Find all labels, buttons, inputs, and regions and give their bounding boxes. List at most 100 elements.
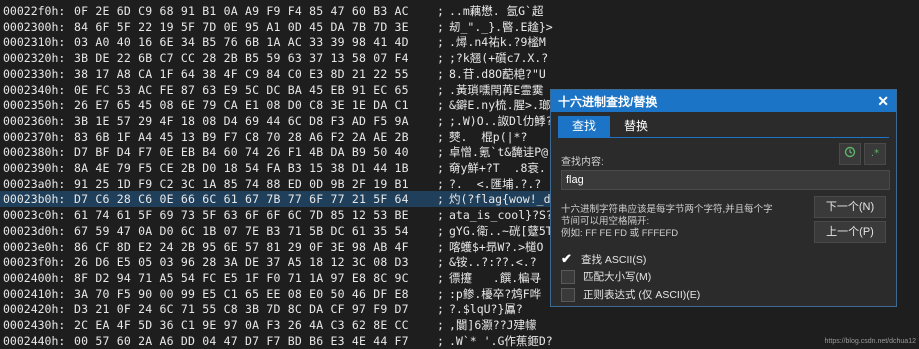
tab-find[interactable]: 查找	[558, 116, 610, 137]
hex-row-address: 00023e0h:	[3, 239, 66, 254]
hex-row-bytes[interactable]: 8F D2 94 71 A5 54 FC E5 1F F0 71 1A 97 E…	[74, 270, 409, 286]
hex-row-separator: ;	[437, 302, 444, 317]
option-match-case[interactable]: 匹配大小写(M)	[561, 269, 651, 284]
hex-row-address: 0002420h:	[3, 302, 66, 317]
hex-row-ascii[interactable]: gYG.衛..~硄[躠5T	[449, 223, 553, 239]
hex-row-ascii[interactable]: &铵..?:??.<.?	[449, 254, 537, 270]
hex-row-ascii[interactable]: &鐴E.ny梳.腥>.瑯	[449, 97, 550, 113]
hex-row-ascii[interactable]: ,闤]6灏??J肂幪	[449, 317, 537, 333]
hex-row-address: 0002320h:	[3, 51, 66, 66]
hex-row-address: 00023b0h:	[3, 192, 66, 207]
search-input[interactable]: flag	[561, 170, 890, 190]
hex-row-ascii[interactable]: ;?k翘(+礩c7.X.?	[449, 50, 548, 66]
hex-row-bytes[interactable]: 91 25 1D F9 C2 3C 1A 85 74 88 ED 0D 9B 2…	[74, 176, 409, 192]
hex-row-address: 0002340h:	[3, 82, 66, 97]
hex-row-bytes[interactable]: 26 D6 E5 05 03 96 28 3A DE 37 A5 18 12 3…	[74, 254, 409, 270]
option-regex[interactable]: 正则表达式 (仅 ASCII)(E)	[561, 287, 700, 302]
hex-find-replace-dialog: 十六进制查找/替换 ✕ 查找 替换 查找内容: .* flag 十六进制字符串应…	[550, 89, 897, 307]
hex-row-ascii[interactable]: ?. <.匯埔.?.?	[449, 176, 541, 192]
find-next-button[interactable]: 下一个(N)	[814, 196, 886, 218]
hint-line-2: 节间可以用空格隔开:	[561, 216, 650, 227]
hex-row-ascii[interactable]: 奛y鮮+?T .8衰.	[449, 160, 546, 176]
hex-row-ascii[interactable]: 徱攓 .饌.楄寻	[449, 270, 541, 286]
hex-row-bytes[interactable]: 8A 4E 79 F5 CE 2B D0 18 54 FA B3 15 38 D…	[74, 160, 409, 176]
hex-row-bytes[interactable]: 84 6F 5F 22 19 5F 7D 0E 95 A1 0D 45 DA 7…	[74, 19, 409, 35]
hex-row-address: 0002380h:	[3, 145, 66, 160]
hex-row-ascii[interactable]: 僰. 棍p(|*?	[449, 129, 527, 145]
hex-row-address: 00023f0h:	[3, 255, 66, 270]
match-case-checkbox[interactable]	[561, 269, 575, 284]
hex-row-ascii[interactable]: ;.W)O..詉Dl仂鯚?	[449, 113, 553, 129]
hex-row-bytes[interactable]: 83 6B 1F A4 45 13 B9 F7 C8 70 28 A6 F2 2…	[74, 129, 409, 145]
history-icon[interactable]	[839, 143, 861, 165]
hex-row-separator: ;	[437, 239, 444, 254]
close-icon[interactable]: ✕	[877, 93, 889, 110]
hex-row-address: 0002440h:	[3, 333, 66, 348]
hex-row-address: 0002370h:	[3, 129, 66, 144]
hex-row-separator: ;	[437, 19, 444, 34]
tab-replace[interactable]: 替换	[610, 116, 662, 137]
hex-row-ascii[interactable]: 灼(?flag{wow!_d	[449, 191, 551, 207]
svg-text:.*: .*	[871, 148, 879, 158]
hex-row-bytes[interactable]: 03 A0 40 16 6E 34 B5 76 6B 1A AC 33 39 9…	[74, 34, 409, 50]
option-ascii-label: 查找 ASCII(S)	[581, 253, 647, 266]
hex-row-ascii[interactable]: 刼_"._}.暋.E趛}>	[449, 19, 553, 35]
hex-row-separator: ;	[437, 113, 444, 128]
hex-row-separator: ;	[437, 35, 444, 50]
hex-row-separator: ;	[437, 82, 444, 97]
hex-row-separator: ;	[437, 98, 444, 113]
find-previous-button[interactable]: 上一个(P)	[814, 221, 886, 243]
regex-checkbox[interactable]	[561, 287, 575, 302]
hex-row-bytes[interactable]: 61 74 61 5F 69 73 5F 63 6F 6F 6C 7D 85 1…	[74, 207, 409, 223]
hex-row-ascii[interactable]: .黃瑣嚑閇苒E霊霙	[449, 82, 543, 98]
hex-row-bytes[interactable]: D7 BF D4 F7 0E EB B4 60 74 26 F1 4B DA B…	[74, 144, 409, 160]
hex-row-address: 00023a0h:	[3, 176, 66, 191]
hex-row-address: 0002360h:	[3, 113, 66, 128]
hex-row-bytes[interactable]: 3B DE 22 6B C7 CC 28 2B B5 59 63 37 13 5…	[74, 50, 409, 66]
hex-row-bytes[interactable]: D7 C6 28 C6 0E 66 6C 61 67 7B 77 6F 77 2…	[74, 191, 409, 207]
hex-row-bytes[interactable]: 0F 2E 6D C9 68 91 B1 0A A9 F9 F4 85 47 6…	[74, 3, 409, 19]
hint-line-1: 十六进制字符串应该是每字节两个字符,并且每个字	[561, 204, 773, 215]
hex-row-separator: ;	[437, 286, 444, 301]
hex-row-separator: ;	[437, 66, 444, 81]
regex-icon[interactable]: .*	[864, 143, 886, 165]
hex-row-address: 0002330h:	[3, 66, 66, 81]
hex-row-bytes[interactable]: 26 E7 65 45 08 6E 79 CA E1 08 D0 C8 3E 1…	[74, 97, 409, 113]
hex-row-separator: ;	[437, 51, 444, 66]
hex-row-address: 0002400h:	[3, 270, 66, 285]
hex-row-separator: ;	[437, 129, 444, 144]
hex-row-ascii[interactable]: ata_is_cool}?S?	[449, 207, 553, 223]
hex-row-separator: ;	[437, 270, 444, 285]
hex-row-address: 00023d0h:	[3, 223, 66, 238]
hex-row-address: 00023c0h:	[3, 208, 66, 223]
hex-row-separator: ;	[437, 223, 444, 238]
hex-row-separator: ;	[437, 161, 444, 175]
hex-row-address: 0002430h:	[3, 318, 66, 332]
hex-row-bytes[interactable]: D3 21 0F 24 6C 71 55 C8 3B 7D 8C DA CF 9…	[74, 301, 409, 317]
hex-row-bytes[interactable]: 86 CF 8D E2 24 2B 95 6E 57 81 29 0F 3E 9…	[74, 239, 409, 255]
dialog-titlebar[interactable]: 十六进制查找/替换 ✕	[551, 90, 896, 112]
hex-row[interactable]: 00023b0h: D7 C6 28 C6 0E 66 6C 61 67 7B 7…	[0, 191, 560, 208]
hex-row-bytes[interactable]: 2C EA 4F 5D 36 C1 9E 97 0A F3 26 4A C3 6…	[74, 317, 409, 333]
hex-row-bytes[interactable]: 00 57 60 2A A6 DD 04 47 D7 F7 BD B6 E3 4…	[74, 333, 409, 349]
hex-row-ascii[interactable]: 卓憎.氪`t&馣诖P@	[449, 144, 548, 160]
hex-row-ascii[interactable]: 喀蠖$+昻W?.>檤O	[449, 239, 543, 255]
hex-row-bytes[interactable]: 38 17 A8 CA 1F 64 38 4F C9 84 C0 E3 8D 2…	[74, 66, 409, 82]
hex-row-ascii[interactable]: ..m藕懋. 氬G`超	[449, 3, 543, 19]
hex-row-address: 0002410h:	[3, 286, 66, 301]
option-ascii[interactable]: ✔ 查找 ASCII(S)	[561, 251, 646, 267]
hex-row-ascii[interactable]: :p鲹.櫌卒?鸩F哗	[449, 286, 541, 302]
hex-row-bytes[interactable]: 3B 1E 57 29 4F 18 08 D4 69 44 6C D8 F3 A…	[74, 113, 409, 129]
hex-row-ascii[interactable]: .W`* '.G作蕉鉔D?	[449, 333, 553, 349]
hex-row-address: 0002300h:	[3, 19, 66, 34]
hex-row-ascii[interactable]: .燖.n4祐k.?9榓M	[449, 34, 546, 50]
hex-row-ascii[interactable]: ?.$lqU?}屭?	[449, 301, 523, 317]
hex-row-ascii[interactable]: 8.苷.d8O蓜梍?"U	[449, 66, 546, 82]
hex-row-bytes[interactable]: 67 59 47 0A D0 6C 1B 07 7E B3 71 5B DC 6…	[74, 223, 409, 239]
hex-row-address: 0002310h:	[3, 35, 66, 50]
hex-row-bytes[interactable]: 0E FC 53 AC FE 87 63 E9 5C DC BA 45 EB 9…	[74, 82, 409, 98]
hex-row-bytes[interactable]: 3A 70 F5 90 00 99 E5 C1 65 EE 08 E0 50 4…	[74, 286, 409, 302]
hex-row-separator: ;	[437, 176, 444, 191]
hex-row-separator: ;	[437, 255, 444, 270]
hex-row-separator: ;	[437, 145, 444, 160]
